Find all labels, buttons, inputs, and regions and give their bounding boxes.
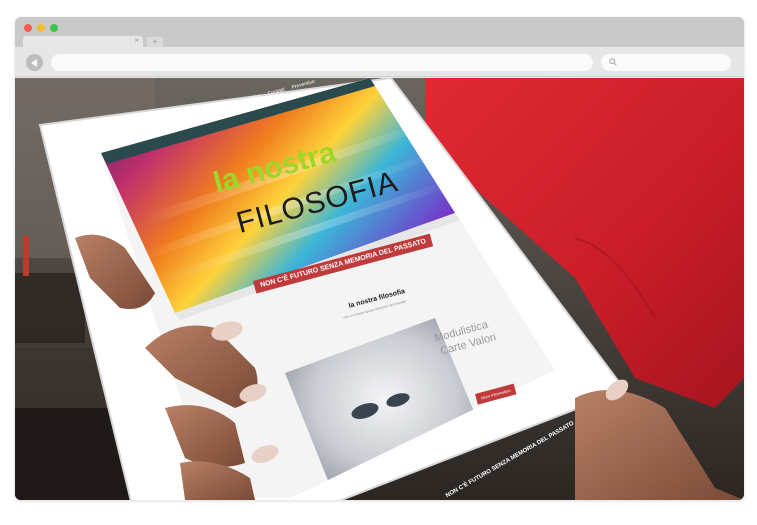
search-bar[interactable] [601,54,731,71]
close-window-button[interactable] [24,24,32,32]
browser-titlebar: × + [15,17,744,47]
tablet-photo [15,78,744,500]
browser-toolbar [15,47,744,77]
new-tab-button[interactable]: + [147,37,163,47]
tab-close-icon[interactable]: × [134,35,139,46]
page-viewport: Home Prodotti Chi è Contatti Preventivo … [15,78,744,500]
minimize-window-button[interactable] [37,24,45,32]
search-icon [609,58,617,66]
back-arrow-icon[interactable] [26,54,43,71]
address-bar[interactable] [51,54,593,71]
maximize-window-button[interactable] [50,24,58,32]
browser-window: × + Home Prodotti Chi è Contatti Prevent… [15,17,744,500]
browser-tab[interactable]: × [23,36,143,47]
